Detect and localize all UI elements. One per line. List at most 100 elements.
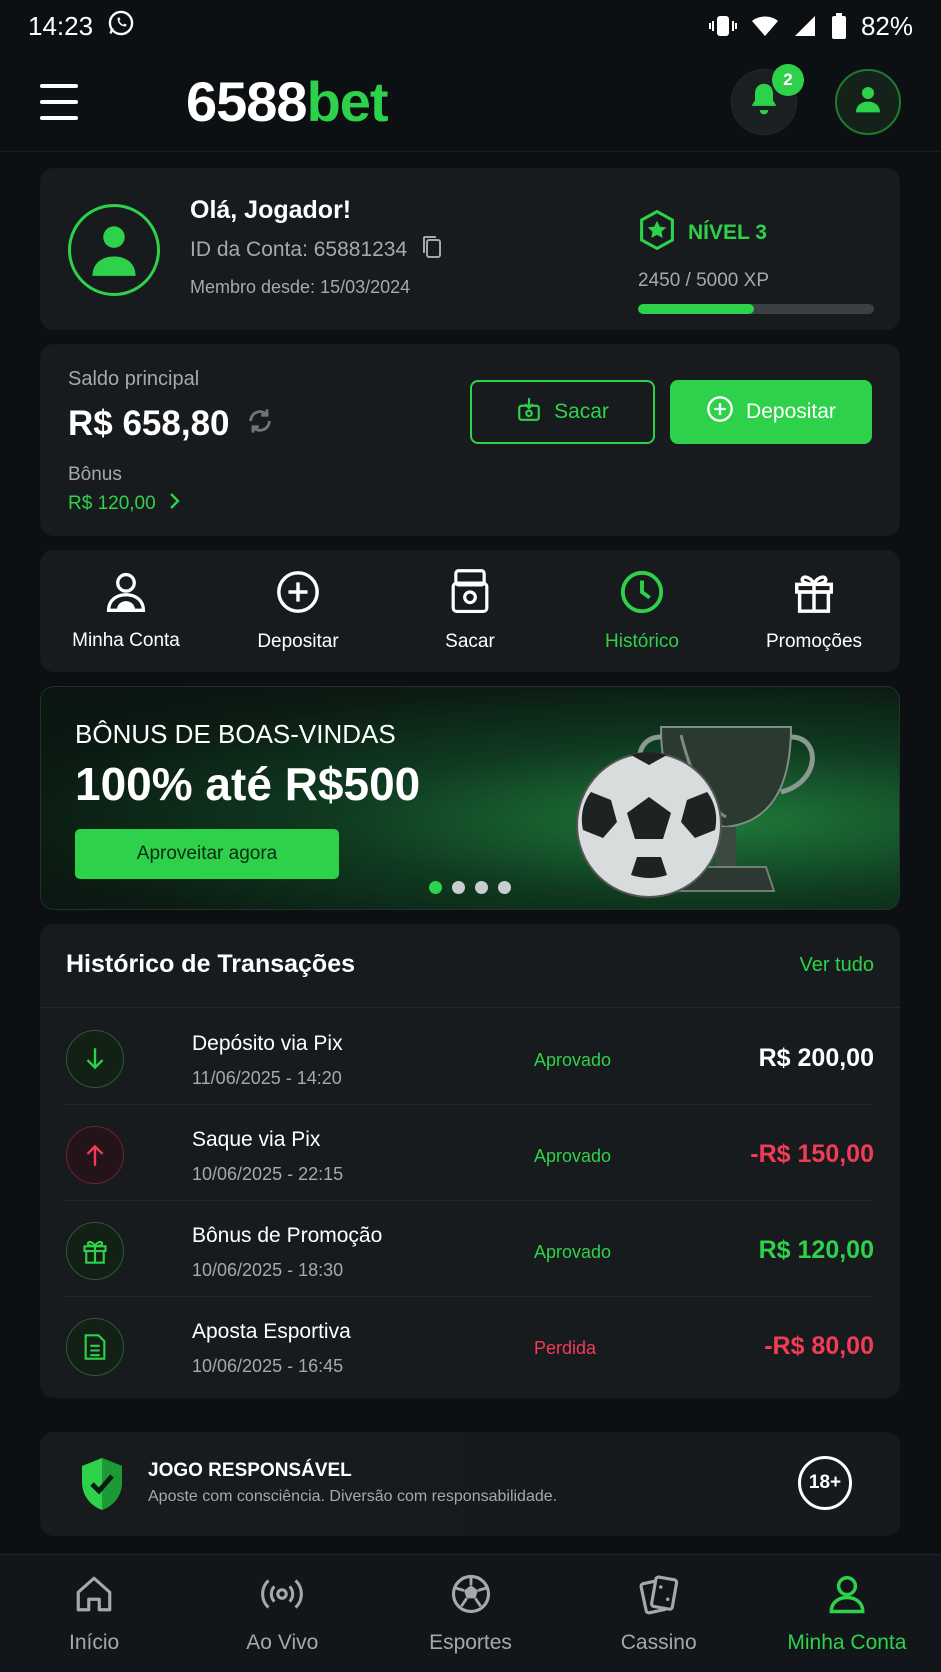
transaction-amount: -R$ 80,00 xyxy=(764,1332,874,1360)
responsible-gaming-banner: JOGO RESPONSÁVEL Aposte com consciência.… xyxy=(40,1432,900,1536)
live-icon xyxy=(260,1573,304,1621)
greeting: Olá, Jogador! xyxy=(190,196,352,224)
whatsapp-icon xyxy=(107,9,135,44)
chevron-right-icon xyxy=(168,492,180,516)
carousel-dot[interactable] xyxy=(498,881,511,894)
nav-item-live[interactable]: Ao Vivo xyxy=(188,1555,376,1672)
nav-label: Cassino xyxy=(620,1630,697,1654)
carousel-dot[interactable] xyxy=(429,881,442,894)
nav-item-sports[interactable]: Esportes xyxy=(376,1555,564,1672)
transaction-date: 10/06/2025 - 16:45 xyxy=(192,1356,344,1376)
transaction-status: Aprovado xyxy=(534,1242,612,1262)
transaction-row[interactable]: Saque via Pix 10/06/2025 - 22:15 Aprovad… xyxy=(66,1106,874,1201)
quick-action-account[interactable]: Minha Conta xyxy=(40,550,212,672)
transaction-status: Perdida xyxy=(534,1338,597,1358)
hamburger-menu-button[interactable] xyxy=(40,83,84,120)
notifications-button[interactable]: 2 xyxy=(731,63,804,135)
nav-item-home[interactable]: Início xyxy=(0,1555,188,1672)
nav-label: Minha Conta xyxy=(787,1630,907,1654)
notification-badge: 2 xyxy=(772,63,804,96)
battery-level: 82% xyxy=(860,10,913,41)
brand-logo[interactable]: 6588bet xyxy=(186,69,389,134)
responsible-text: Aposte com consciência. Diversão com res… xyxy=(148,1488,558,1505)
carousel-dot[interactable] xyxy=(452,881,465,894)
transaction-amount: R$ 120,00 xyxy=(758,1236,874,1264)
transaction-status: Aprovado xyxy=(534,1050,612,1070)
account-id: ID da Conta: 65881234 xyxy=(190,238,408,261)
quick-actions: Minha Conta Depositar Sacar Histórico Pr… xyxy=(40,550,900,672)
user-icon xyxy=(852,83,884,120)
transaction-row[interactable]: Depósito via Pix 11/06/2025 - 14:20 Apro… xyxy=(66,1010,874,1105)
bottom-navigation: Início Ao Vivo Esportes Cassino Minha Co… xyxy=(0,1554,941,1672)
nav-label: Esportes xyxy=(429,1630,512,1654)
shield-icon xyxy=(78,1456,126,1517)
carousel-dots xyxy=(429,881,511,894)
status-bar: 14:23 82% xyxy=(0,0,941,52)
quick-action-withdraw[interactable]: Sacar xyxy=(384,550,556,672)
app-header: 6588bet 2 xyxy=(0,52,941,152)
star-badge-icon xyxy=(638,209,676,256)
age-restriction-badge: 18+ xyxy=(798,1456,852,1510)
bonus-link[interactable]: R$ 120,00 xyxy=(68,492,180,516)
transaction-row[interactable]: Aposta Esportiva 10/06/2025 - 16:45 Perd… xyxy=(66,1298,874,1393)
bonus-label: Bônus xyxy=(68,464,122,485)
withdraw-button[interactable]: Sacar xyxy=(470,380,655,444)
quick-action-label: Promoções xyxy=(765,631,863,652)
transaction-status: Aprovado xyxy=(534,1146,612,1166)
promo-banner[interactable]: BÔNUS DE BOAS-VINDAS 100% até R$500 Apro… xyxy=(40,686,900,910)
xp-text: 2450 / 5000 XP xyxy=(638,270,769,291)
nav-item-casino[interactable]: Cassino xyxy=(565,1555,753,1672)
banner-cta-button[interactable]: Aproveitar agora xyxy=(75,829,339,879)
transaction-name: Saque via Pix xyxy=(192,1128,321,1151)
quick-action-label: Sacar xyxy=(445,631,495,652)
balance-card: Saldo principal R$ 658,80 Bônus R$ 120,0… xyxy=(40,344,900,536)
arrow-up-icon xyxy=(66,1126,124,1184)
soccer-ball-icon xyxy=(450,1573,492,1621)
gift-icon xyxy=(791,569,837,621)
battery-icon xyxy=(831,13,847,39)
profile-card: Olá, Jogador! ID da Conta: 65881234 Memb… xyxy=(40,168,900,330)
document-icon xyxy=(66,1318,124,1376)
wifi-icon xyxy=(751,14,779,38)
balance-value: R$ 658,80 xyxy=(68,404,230,443)
user-icon xyxy=(104,570,148,620)
quick-action-label: Depositar xyxy=(257,631,339,652)
member-since: Membro desde: 15/03/2024 xyxy=(190,277,411,297)
plus-circle-icon xyxy=(275,569,321,621)
banner-title: 100% até R$500 xyxy=(75,758,421,810)
copy-icon[interactable] xyxy=(421,235,443,265)
quick-action-label: Minha Conta xyxy=(72,630,180,651)
withdraw-label: Sacar xyxy=(554,400,609,423)
quick-action-history[interactable]: Histórico xyxy=(556,550,728,672)
soccer-ball-icon xyxy=(576,752,722,898)
bonus-value: R$ 120,00 xyxy=(68,493,156,514)
transaction-name: Aposta Esportiva xyxy=(192,1320,351,1343)
transaction-date: 10/06/2025 - 18:30 xyxy=(192,1260,344,1280)
transaction-date: 11/06/2025 - 14:20 xyxy=(192,1068,342,1088)
transaction-amount: -R$ 150,00 xyxy=(750,1140,874,1168)
banner-subtitle: BÔNUS DE BOAS-VINDAS xyxy=(75,719,396,749)
refresh-icon[interactable] xyxy=(246,404,274,444)
transaction-name: Depósito via Pix xyxy=(192,1032,343,1055)
quick-action-deposit[interactable]: Depositar xyxy=(212,550,384,672)
view-all-link[interactable]: Ver tudo xyxy=(799,954,874,977)
balance-label: Saldo principal xyxy=(68,368,200,390)
clock-icon xyxy=(619,569,665,621)
nav-label: Início xyxy=(69,1630,120,1654)
withdraw-icon xyxy=(516,396,542,428)
banner-illustration xyxy=(561,697,891,909)
transaction-name: Bônus de Promoção xyxy=(192,1224,383,1247)
carousel-dot[interactable] xyxy=(475,881,488,894)
transaction-row[interactable]: Bônus de Promoção 10/06/2025 - 18:30 Apr… xyxy=(66,1202,874,1297)
nav-label: Ao Vivo xyxy=(246,1630,319,1654)
transaction-date: 10/06/2025 - 22:15 xyxy=(192,1164,344,1184)
profile-avatar-button[interactable] xyxy=(835,68,901,135)
quick-action-promotions[interactable]: Promoções xyxy=(728,550,900,672)
user-icon xyxy=(826,1573,868,1621)
withdraw-icon xyxy=(450,569,490,621)
deposit-button[interactable]: Depositar xyxy=(670,380,872,444)
nav-item-my-account[interactable]: Minha Conta xyxy=(753,1555,941,1672)
responsible-title: JOGO RESPONSÁVEL xyxy=(148,1460,352,1481)
transaction-amount: R$ 200,00 xyxy=(758,1044,874,1072)
section-title: Histórico de Transações xyxy=(66,950,356,978)
